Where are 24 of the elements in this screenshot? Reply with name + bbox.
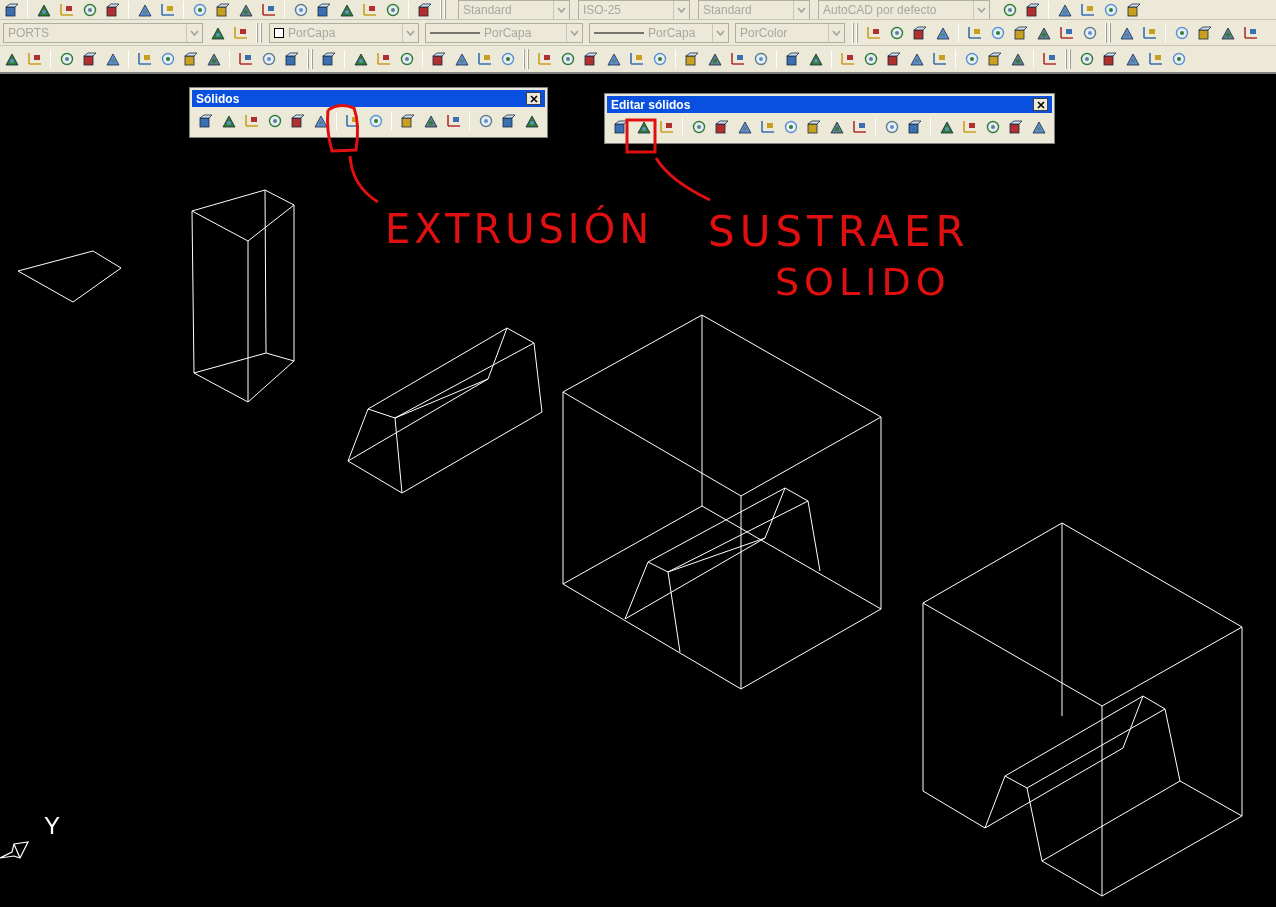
dropdown[interactable]: PORTS — [3, 22, 203, 43]
handwritten-label: EXTRUSIÓN — [385, 204, 654, 254]
toolbar-title: Sólidos — [196, 90, 240, 108]
dropdown[interactable]: ISO-25 — [578, 0, 690, 19]
toolbar-title: Editar sólidos — [611, 96, 691, 114]
dropdown-value: PORTS — [7, 24, 51, 42]
dropdown-value: Standard — [462, 1, 513, 19]
dropdown[interactable]: Standard — [458, 0, 570, 19]
dropdown[interactable]: PorCapa — [589, 22, 729, 43]
handwritten-label: SOLIDO — [775, 259, 951, 306]
dropdown-value: PorCapa — [483, 24, 533, 42]
dropdown[interactable]: AutoCAD por defecto — [818, 0, 990, 19]
ucs-axis-label: Y — [44, 814, 60, 838]
dropdown[interactable]: PorCapa — [269, 22, 419, 43]
dropdown[interactable]: PorCapa — [425, 22, 583, 43]
dropdown[interactable]: Standard — [698, 0, 810, 19]
dropdown-value: PorCapa — [287, 24, 337, 42]
dropdown-value: AutoCAD por defecto — [822, 1, 938, 19]
dropdown[interactable]: PorColor — [735, 22, 845, 43]
handwritten-label: SUSTRAER — [708, 206, 970, 258]
dropdown-value: PorCapa — [647, 24, 697, 42]
dropdown-value: ISO-25 — [582, 1, 622, 19]
dropdown-value: PorColor — [739, 24, 789, 42]
dropdown-value: Standard — [702, 1, 753, 19]
